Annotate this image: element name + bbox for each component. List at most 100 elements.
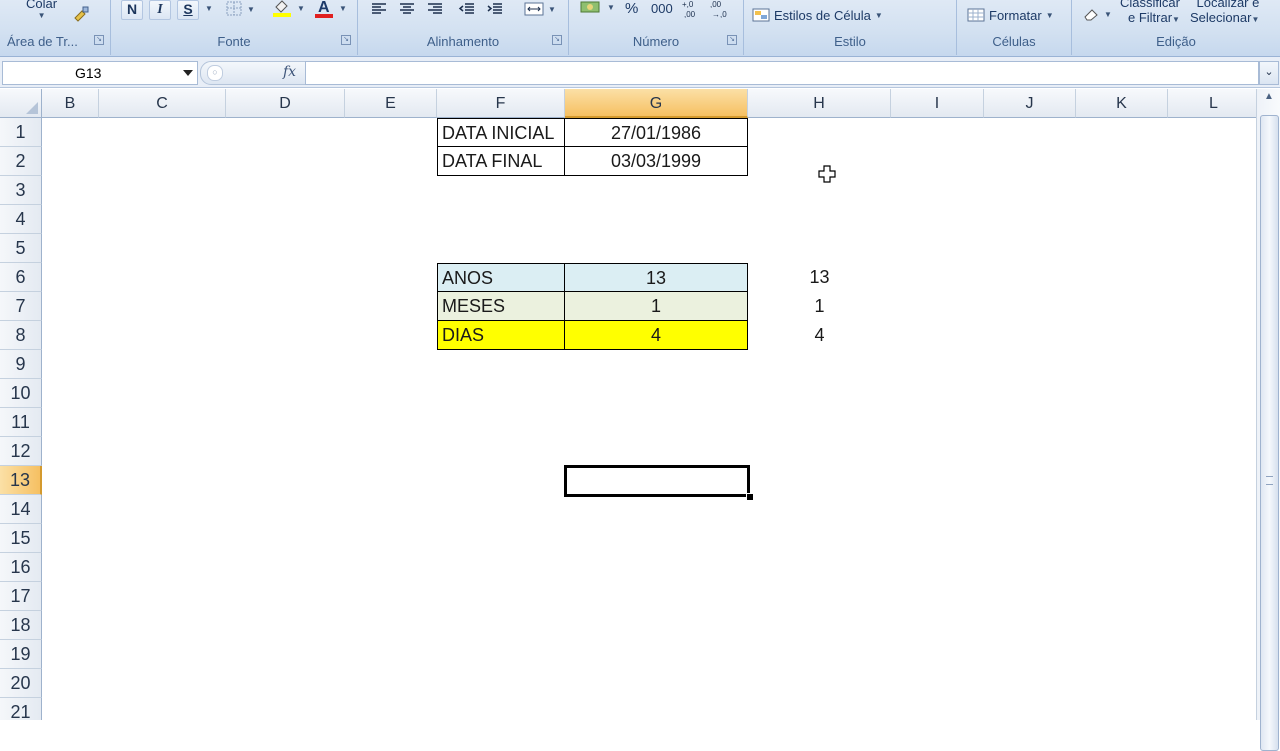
comma-style-button[interactable]: 000 <box>651 1 673 16</box>
cell-f6[interactable]: ANOS <box>437 263 565 292</box>
row-header-19[interactable]: 19 <box>0 640 42 669</box>
dialog-launcher-icon[interactable]: ↘ <box>552 35 562 45</box>
row-header-16[interactable]: 16 <box>0 553 42 582</box>
column-header-c[interactable]: C <box>99 89 226 118</box>
cell-g8[interactable]: 4 <box>564 320 748 350</box>
fill-color-button[interactable]: ▼ <box>271 0 305 18</box>
underline-button[interactable]: S <box>177 0 199 20</box>
cell-styles-button[interactable]: Estilos de Célula ▼ <box>752 7 883 23</box>
cell-f1[interactable]: DATA INICIAL <box>437 118 565 147</box>
align-right-button[interactable] <box>426 2 444 16</box>
worksheet-grid[interactable]: B C D E F G H I J K L 1 2 3 4 5 6 7 8 9 10 11 12 13 14 15 16 17 18 19… <box>0 89 1256 720</box>
row-header-5[interactable]: 5 <box>0 234 42 263</box>
italic-button[interactable]: I <box>149 0 171 20</box>
percent-style-button[interactable]: % <box>625 0 638 17</box>
row-header-8[interactable]: 8 <box>0 321 42 350</box>
name-box[interactable]: G13 <box>2 61 198 85</box>
column-header-b[interactable]: B <box>42 89 99 118</box>
align-center-button[interactable] <box>398 2 416 16</box>
chevron-down-icon: ▼ <box>607 2 615 12</box>
row-header-7[interactable]: 7 <box>0 292 42 321</box>
row-header-9[interactable]: 9 <box>0 350 42 379</box>
row-header-18[interactable]: 18 <box>0 611 42 640</box>
cell-g1[interactable]: 27/01/1986 <box>564 118 748 147</box>
bold-button[interactable]: N <box>121 0 143 20</box>
find-select-button[interactable]: Localizar e Selecionar▼ <box>1190 0 1259 27</box>
borders-icon <box>226 1 242 16</box>
row-header-17[interactable]: 17 <box>0 582 42 611</box>
cell-h8[interactable]: 4 <box>748 321 891 350</box>
cell-f8[interactable]: DIAS <box>437 320 565 350</box>
increase-indent-button[interactable] <box>486 2 504 16</box>
active-cell-selection[interactable] <box>564 465 750 497</box>
scroll-up-icon[interactable]: ▲ <box>1261 91 1277 107</box>
merge-center-button[interactable]: ▼ <box>524 2 556 16</box>
format-painter-icon <box>74 6 89 22</box>
dialog-launcher-icon[interactable]: ↘ <box>727 35 737 45</box>
row-header-12[interactable]: 12 <box>0 437 42 466</box>
select-all-corner[interactable] <box>0 89 42 118</box>
cell-f2[interactable]: DATA FINAL <box>437 146 565 176</box>
scrollbar-thumb[interactable] <box>1260 115 1279 751</box>
column-header-j[interactable]: J <box>984 89 1076 118</box>
column-header-h[interactable]: H <box>748 89 891 118</box>
clear-button[interactable]: ▼ <box>1082 6 1112 22</box>
column-header-g[interactable]: G <box>565 89 748 118</box>
format-label: Formatar <box>989 7 1042 23</box>
row-header-21[interactable]: 21 <box>0 698 42 720</box>
chevron-down-icon: ▼ <box>1104 9 1112 19</box>
column-header-e[interactable]: E <box>345 89 437 118</box>
format-painter-button[interactable] <box>72 6 90 22</box>
cell-f7[interactable]: MESES <box>437 291 565 321</box>
paste-button[interactable]: Colar ▼ <box>26 0 57 20</box>
vertical-scrollbar[interactable]: ▲ <box>1256 89 1280 751</box>
dialog-launcher-icon[interactable]: ↘ <box>341 35 351 45</box>
borders-button[interactable]: ▼ <box>225 1 255 17</box>
format-button[interactable]: Formatar ▼ <box>967 7 1054 23</box>
font-color-button[interactable]: A ▼ <box>313 0 347 19</box>
increase-decimal-button[interactable]: +,0,00 <box>681 0 705 19</box>
accounting-format-button[interactable]: ▼ <box>579 0 615 16</box>
expand-formula-bar-icon[interactable]: ⌄ <box>1259 61 1279 85</box>
column-header-k[interactable]: K <box>1076 89 1168 118</box>
align-left-button[interactable] <box>370 2 388 16</box>
column-header-f[interactable]: F <box>437 89 565 118</box>
row-header-10[interactable]: 10 <box>0 379 42 408</box>
decrease-decimal-icon: ,00→,0 <box>710 0 727 19</box>
sort-filter-button[interactable]: Classificar e Filtrar▼ <box>1120 0 1180 27</box>
chevron-down-icon: ▼ <box>37 11 46 20</box>
dialog-launcher-icon[interactable]: ↘ <box>94 35 104 45</box>
cell-h7[interactable]: 1 <box>748 292 891 321</box>
row-header-4[interactable]: 4 <box>0 205 42 234</box>
row-header-20[interactable]: 20 <box>0 669 42 698</box>
cancel-icon[interactable]: ○ <box>207 65 223 81</box>
column-header-d[interactable]: D <box>226 89 345 118</box>
cell-g6[interactable]: 13 <box>564 263 748 292</box>
row-header-15[interactable]: 15 <box>0 524 42 553</box>
row-header-6[interactable]: 6 <box>0 263 42 292</box>
column-header-i[interactable]: I <box>891 89 984 118</box>
decrease-indent-button[interactable] <box>458 2 476 16</box>
grip-icon <box>1266 476 1273 485</box>
row-header-13[interactable]: 13 <box>0 466 42 495</box>
row-header-11[interactable]: 11 <box>0 408 42 437</box>
formula-bar: G13 ○ fx ⌄ <box>0 57 1280 88</box>
row-header-2[interactable]: 2 <box>0 147 42 176</box>
cell-g2[interactable]: 03/03/1999 <box>564 146 748 176</box>
decrease-decimal-button[interactable]: ,00 →,0 <box>709 0 733 19</box>
decrease-indent-icon <box>458 3 474 14</box>
row-header-14[interactable]: 14 <box>0 495 42 524</box>
fill-handle[interactable] <box>746 493 754 501</box>
column-header-l[interactable]: L <box>1168 89 1256 118</box>
cell-g7[interactable]: 1 <box>564 291 748 321</box>
row-header-1[interactable]: 1 <box>0 118 42 147</box>
merge-center-icon <box>524 2 544 16</box>
chevron-down-icon[interactable] <box>183 70 193 76</box>
fill-color-icon <box>273 0 291 17</box>
cell-h6[interactable]: 13 <box>748 263 891 292</box>
row-header-3[interactable]: 3 <box>0 176 42 205</box>
formula-input[interactable] <box>305 61 1259 85</box>
sort-filter-label-1: Classificar <box>1120 0 1180 10</box>
chevron-down-icon[interactable]: ▼ <box>205 4 213 13</box>
insert-function-icon[interactable]: fx <box>283 64 296 80</box>
